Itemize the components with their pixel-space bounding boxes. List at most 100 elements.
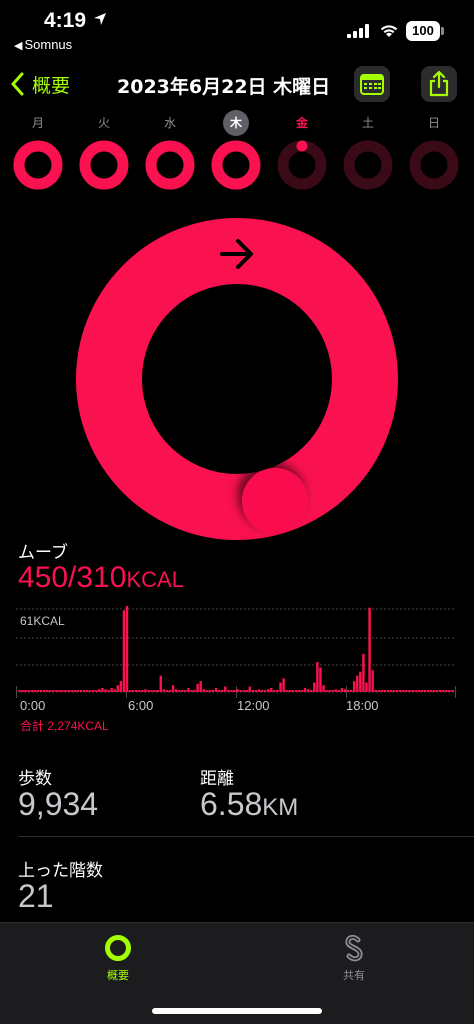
nav-bar: 概要 2023年6月22日 木曜日 [0, 60, 474, 108]
chart-bar [150, 690, 153, 692]
x-tick-label: 18:00 [346, 698, 379, 713]
chart-bar [39, 690, 43, 692]
chart-bar [319, 667, 322, 692]
chart-bar [420, 690, 423, 692]
activity-ring [277, 140, 327, 190]
chart-max-label: 61KCAL [20, 614, 65, 628]
chart-bar [248, 686, 252, 692]
chart-bar [365, 682, 368, 692]
chart-bar [61, 690, 64, 692]
tab-sharing[interactable]: 共有 [314, 933, 394, 983]
chart-bar [82, 690, 86, 692]
tab-label: 概要 [107, 969, 129, 982]
chart-bar [116, 685, 120, 692]
share-button[interactable] [421, 66, 457, 102]
page-title: 2023年6月22日 木曜日 [117, 76, 331, 98]
chart-bar [417, 690, 420, 692]
chart-bar [199, 681, 202, 692]
chart-bar [359, 671, 362, 692]
chart-bar [405, 690, 408, 692]
day-sat[interactable]: 土 [338, 110, 398, 190]
chart-bar [438, 690, 442, 692]
chart-bar [414, 690, 417, 692]
chart-bar [113, 689, 116, 692]
chart-bar [352, 681, 356, 692]
chart-bar [429, 690, 433, 692]
activity-ring [145, 140, 195, 190]
chart-bar [141, 690, 144, 692]
chart-bar [196, 683, 199, 692]
day-thu[interactable]: 木 [206, 110, 266, 190]
chart-bar [45, 690, 49, 692]
chart-bar [168, 690, 172, 692]
chart-bar [18, 690, 21, 692]
chart-bar [30, 690, 34, 692]
chart-bar [217, 690, 221, 692]
day-fri[interactable]: 金 [272, 110, 332, 190]
chart-bar [187, 687, 190, 692]
day-sun[interactable]: 日 [404, 110, 464, 190]
chart-bar [346, 690, 350, 692]
chart-bar [276, 690, 279, 692]
chart-bar [270, 687, 273, 692]
chart-bar [239, 690, 242, 692]
chart-bar [110, 687, 113, 692]
share-icon [429, 71, 449, 97]
back-button[interactable]: 概要 [10, 68, 70, 100]
day-tue[interactable]: 火 [74, 110, 134, 190]
chart-bar [371, 670, 374, 692]
chart-bar [64, 690, 67, 692]
chart-bar [107, 690, 110, 692]
chart-bar [313, 682, 316, 692]
chart-bar [88, 690, 92, 692]
x-tick-label: 0:00 [20, 698, 46, 713]
chart-bar [156, 690, 159, 692]
chart-bar [36, 690, 40, 692]
calendar-button[interactable] [354, 66, 390, 102]
day-label: 木 [223, 110, 249, 136]
chart-bar [79, 690, 83, 692]
battery-indicator: 100 [406, 21, 440, 41]
chart-bar [291, 690, 295, 692]
tab-summary[interactable]: 概要 [78, 933, 158, 983]
tab-label: 共有 [343, 969, 365, 982]
day-mon[interactable]: 月 [8, 110, 68, 190]
x-tick-label: 6:00 [128, 698, 154, 713]
chart-bar [230, 690, 233, 692]
distance-unit: KM [262, 794, 299, 821]
chart-bar [374, 690, 377, 692]
chart-bar [134, 690, 138, 692]
chart-bar [325, 690, 328, 692]
chart-bar [153, 690, 156, 692]
chart-bar [236, 689, 239, 692]
status-time: 4:19 [44, 9, 87, 32]
chart-bar [392, 690, 396, 692]
chart-bar [224, 686, 227, 692]
chart-bar [257, 689, 261, 692]
chart-bar [58, 690, 61, 692]
chart-bar [101, 687, 104, 692]
chart-bar [402, 690, 405, 692]
chart-bar [316, 662, 319, 692]
chart-bar [331, 690, 334, 692]
chart-bar [211, 690, 215, 692]
day-label: 月 [31, 116, 44, 130]
cellular-signal-icon [347, 24, 369, 38]
chart-bar [377, 690, 381, 692]
chart-bar [288, 690, 291, 692]
back-to-app-link[interactable]: ◀ Somnus [14, 37, 72, 52]
chart-bar [49, 690, 52, 692]
day-label: 金 [295, 116, 308, 130]
steps-value: 9,934 [18, 786, 99, 822]
chart-bar [128, 690, 132, 692]
chart-bar [389, 690, 393, 692]
activity-ring [211, 140, 261, 190]
chart-bar [337, 690, 341, 692]
chart-bar [380, 690, 384, 692]
chart-bar [67, 690, 70, 692]
chart-bar [260, 690, 264, 692]
chart-bar [411, 690, 414, 692]
location-arrow-icon [94, 13, 106, 25]
chart-bar [322, 685, 325, 692]
day-wed[interactable]: 水 [140, 110, 200, 190]
